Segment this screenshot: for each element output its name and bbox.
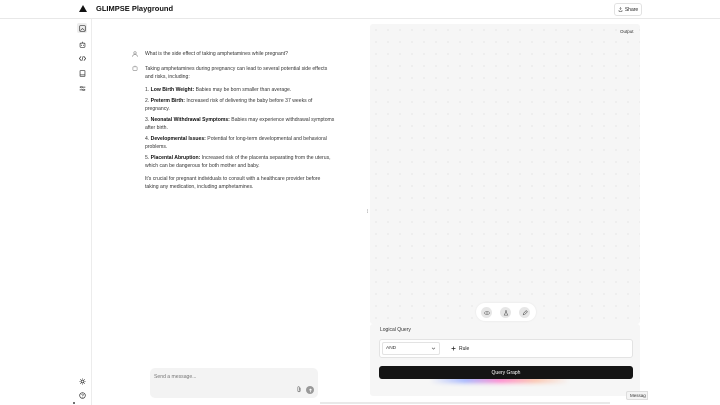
arrow-up-icon [308,388,312,392]
output-label: Output [620,29,634,34]
operator-value: AND [386,346,397,351]
operator-select[interactable]: AND [382,342,440,355]
point-title: Preterm Birth: [150,98,185,105]
sidebar-item-book[interactable] [77,68,87,78]
logo-triangle-icon[interactable] [79,5,87,12]
add-rule-label: Rule [459,345,470,352]
point-title: Low Birth Weight: [150,87,195,94]
assistant-avatar [132,65,138,71]
point-title: Placental Abruption: [150,154,201,161]
sliders-icon [79,85,85,91]
answer-outro: It's crucial for pregnant individuals to… [145,176,321,191]
share-button[interactable]: Share [614,3,642,16]
add-rule-button[interactable]: Rule [451,343,469,354]
query-panel [370,324,640,396]
sidebar-item-code[interactable] [77,53,87,63]
sidebar-item-settings[interactable] [77,83,87,93]
bot-icon [132,65,138,71]
send-button[interactable] [306,386,314,394]
app-root: GLIMPSE Playground Share What is the sid… [0,0,720,405]
eye-icon [483,310,490,315]
sun-icon [78,377,86,385]
answer-intro: Taking amphetamines during pregnancy can… [145,66,328,81]
query-label: Logical Query [380,327,411,333]
point-title: Neonatal Withdrawal Symptoms: [150,117,230,124]
point-number: 1. [145,87,150,94]
list-item: 1. Low Birth Weight: Babies may be born … [145,86,335,94]
list-item: 5. Placental Abruption: Increased risk o… [145,154,335,170]
share-label: Share [624,6,639,13]
sidebar-item-help[interactable] [77,390,87,400]
sidebar-item-robot[interactable] [77,39,87,49]
chevron-down-icon [431,347,436,350]
graph-flask-button[interactable] [500,307,511,318]
sidebar-dot [73,402,75,404]
message-composer [150,368,318,398]
bottom-scrollbar[interactable] [320,402,610,404]
point-number: 3. [145,117,150,124]
query-graph-button[interactable]: Query Graph [379,366,633,379]
point-number: 2. [145,98,150,105]
graph-view-button[interactable] [481,307,492,318]
user-avatar [132,51,138,57]
graph-toolbar [476,303,536,321]
point-text: Babies may be born smaller than average. [195,87,292,94]
list-item: 2. Preterm Birth: Increased risk of deli… [145,97,335,113]
list-item: 3. Neonatal Withdrawal Symptoms: Babies … [145,116,335,132]
book-icon [79,69,85,77]
flask-icon [503,309,508,315]
point-number: 4. [145,135,150,142]
chat-panel: What is the side effect of taking amphet… [92,19,369,405]
assistant-answer: Taking amphetamines during pregnancy can… [145,65,335,197]
sidebar-item-gallery[interactable] [77,23,87,33]
code-icon [78,55,86,61]
sidebar [72,19,92,405]
user-question: What is the side effect of taking amphet… [145,51,288,57]
answer-list: 1. Low Birth Weight: Babies may be born … [145,86,335,170]
point-number: 5. [145,154,150,161]
app-title: GLIMPSE Playground [96,4,174,13]
list-item: 4. Developmental Issues: Potential for l… [145,135,335,151]
sidebar-item-theme[interactable] [77,376,87,386]
point-title: Developmental Issues: [150,135,206,142]
message-input[interactable] [154,372,274,382]
graph-edit-button[interactable] [519,307,530,318]
user-icon [132,51,138,57]
plus-icon [451,346,456,351]
help-icon [78,391,86,399]
output-canvas[interactable] [370,24,640,324]
top-bar: GLIMPSE Playground Share [0,0,720,19]
pencil-icon [522,309,528,315]
robot-icon [79,41,85,48]
paperclip-icon[interactable] [296,386,302,393]
share-icon [618,7,623,12]
message-tab[interactable]: Messag [626,391,648,400]
gallery-icon [78,24,86,32]
